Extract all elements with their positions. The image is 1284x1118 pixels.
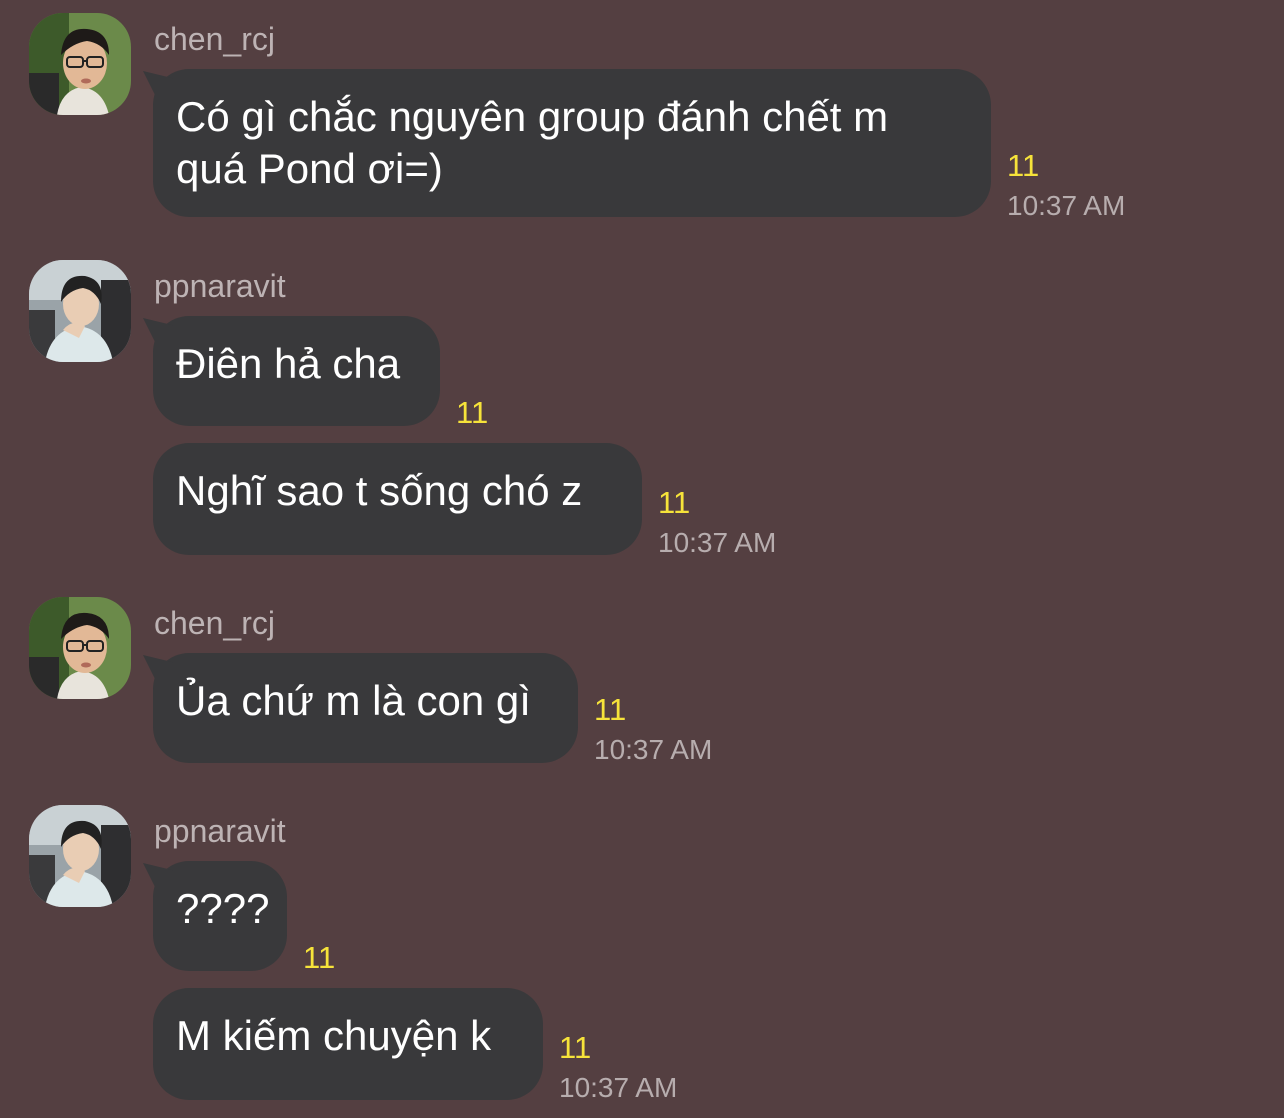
read-count: 11 <box>559 1030 592 1065</box>
avatar-ppnaravit[interactable] <box>29 260 131 362</box>
message-bubble[interactable]: Điên hả cha <box>153 316 440 426</box>
avatar-chen-rcj[interactable] <box>29 13 131 115</box>
message-text: M kiếm chuyện k <box>176 1012 492 1059</box>
sender-name[interactable]: ppnaravit <box>154 812 286 850</box>
message-text: Điên hả cha <box>176 340 401 387</box>
sender-name[interactable]: ppnaravit <box>154 267 286 305</box>
message-bubble[interactable]: ???? <box>153 861 287 971</box>
avatar-chen-rcj[interactable] <box>29 597 131 699</box>
message-timestamp: 10:37 AM <box>658 527 777 558</box>
message-bubble[interactable]: M kiếm chuyện k <box>153 988 543 1100</box>
sender-name[interactable]: chen_rcj <box>154 20 275 58</box>
message-text: Nghĩ sao t sống chó z <box>176 467 583 514</box>
avatar-image <box>29 597 131 699</box>
avatar-image <box>29 13 131 115</box>
avatar-image <box>29 260 131 362</box>
read-count: 11 <box>594 692 627 727</box>
message-timestamp: 10:37 AM <box>559 1072 678 1103</box>
sender-name[interactable]: chen_rcj <box>154 604 275 642</box>
read-count: 11 <box>303 940 336 975</box>
read-count: 11 <box>456 395 489 430</box>
message-text: ???? <box>176 885 270 932</box>
message-text: Ủa chứ m là con gì <box>176 677 531 724</box>
message-bubble[interactable]: Ủa chứ m là con gì <box>153 653 578 763</box>
read-count: 11 <box>1007 148 1040 183</box>
message-timestamp: 10:37 AM <box>1007 190 1126 221</box>
message-bubble[interactable]: Nghĩ sao t sống chó z <box>153 443 642 555</box>
avatar-image <box>29 805 131 907</box>
avatar-ppnaravit[interactable] <box>29 805 131 907</box>
message-timestamp: 10:37 AM <box>594 734 713 765</box>
message-text: Có gì chắc nguyên group đánh chết m quá … <box>176 93 889 192</box>
read-count: 11 <box>658 485 691 520</box>
message-bubble[interactable]: Có gì chắc nguyên group đánh chết m quá … <box>153 69 991 217</box>
